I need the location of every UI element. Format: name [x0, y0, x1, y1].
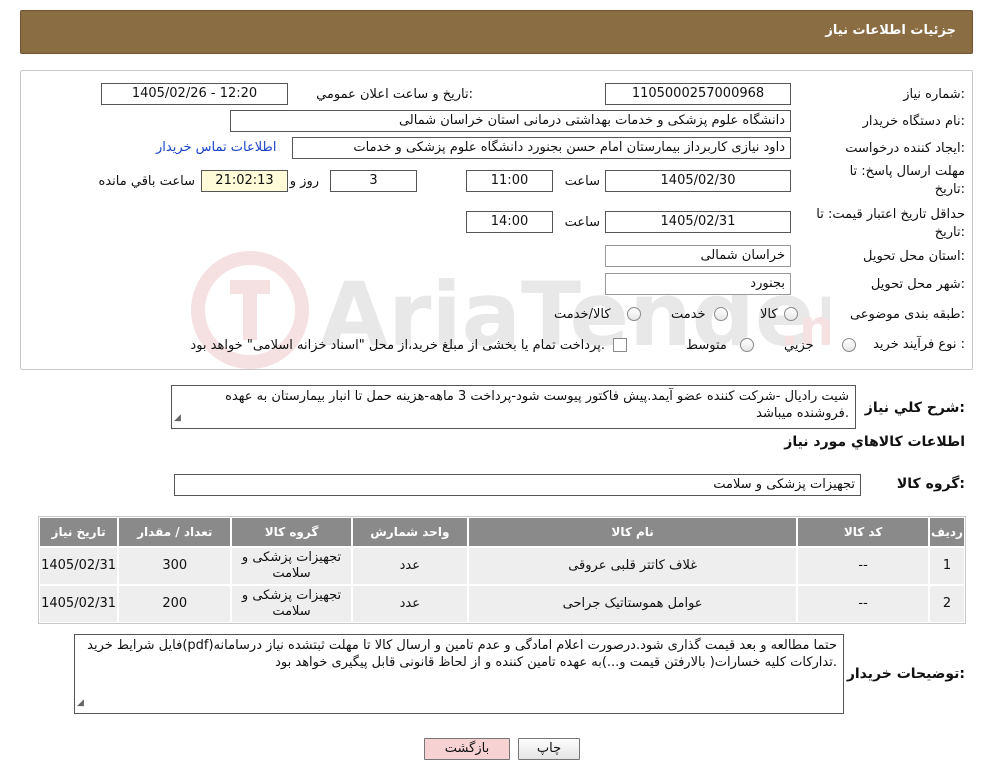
category-radio-goods[interactable] [784, 307, 798, 321]
days-label: روز و [289, 174, 319, 189]
cell-date: 1405/02/31 [39, 585, 119, 623]
col-date: تاريخ نياز [39, 517, 119, 547]
goods-section-title: اطلاعات کالاهاي مورد نياز [784, 434, 965, 450]
process-option-minor: جزيي [784, 338, 814, 353]
category-option-service: خدمت [671, 307, 706, 322]
category-label: طبقه بندی موضوعی: [849, 307, 965, 322]
cell-row: 1 [928, 547, 965, 585]
cell-name: غلاف کاتتر قلبی عروقی [467, 547, 798, 585]
validity-label: حداقل تاريخ اعتبار قيمت: تا [816, 207, 965, 222]
cell-quantity: 200 [118, 585, 232, 623]
announce-label: تاریخ و ساعت اعلان عمومي: [316, 87, 473, 102]
col-unit: واحد شمارش [351, 517, 468, 547]
cell-code: -- [797, 547, 929, 585]
cell-unit: عدد [351, 547, 468, 585]
remaining-label: ساعت باقي مانده [98, 174, 195, 189]
treasury-checkbox[interactable] [613, 338, 627, 352]
buyer-org-field: دانشگاه علوم پزشکی و خدمات بهداشتی درمان… [230, 110, 791, 132]
cell-group: تجهیزات پزشکی و سلامت [231, 585, 352, 623]
city-field: بجنورد [605, 273, 791, 295]
col-group: گروه کالا [231, 517, 352, 547]
goods-table: تاريخ نياز تعداد / مقدار گروه کالا واحد … [38, 516, 966, 624]
process-label: نوع فرآيند خريد : [873, 337, 965, 352]
deadline-label-2: تاريخ: [934, 182, 965, 197]
col-quantity: تعداد / مقدار [118, 517, 232, 547]
deadline-date-field: 1405/02/30 [605, 170, 791, 192]
resize-handle-icon[interactable]: ◢ [77, 695, 84, 712]
description-label: شرح کلي نياز: [864, 400, 965, 416]
cell-row: 2 [928, 585, 965, 623]
category-radio-goods-service[interactable] [627, 307, 641, 321]
description-textarea[interactable]: شیت رادیال -شرکت کننده عضو آیمد.پیش فاکت… [171, 385, 856, 429]
validity-label-2: تاريخ: [934, 225, 965, 240]
print-button[interactable]: چاپ [518, 738, 580, 760]
cell-name: عوامل هموستاتیک جراحی [467, 585, 798, 623]
cell-quantity: 300 [118, 547, 232, 585]
cell-date: 1405/02/31 [39, 547, 119, 585]
announce-datetime-field: 1405/02/26 - 12:20 [101, 83, 288, 105]
days-count-field: 3 [330, 170, 417, 192]
goods-group-label: گروه کالا: [896, 476, 965, 492]
buyer-notes-label: توضيحات خريدار: [846, 666, 965, 682]
cell-code: -- [797, 585, 929, 623]
process-radio-medium[interactable] [740, 338, 754, 352]
col-name: نام کالا [467, 517, 798, 547]
province-label: استان محل تحويل: [863, 249, 965, 264]
buyer-org-label: نام دستگاه خريدار: [862, 114, 965, 129]
requester-field: داود نیازی کاربرداز بیمارستان امام حسن ب… [292, 137, 791, 159]
table-header-row: تاريخ نياز تعداد / مقدار گروه کالا واحد … [39, 517, 965, 547]
category-radio-service[interactable] [714, 307, 728, 321]
col-row: رديف [928, 517, 965, 547]
deadline-label: مهلت ارسال پاسخ: تا [849, 164, 965, 179]
table-row[interactable]: 1405/02/31 300 تجهیزات پزشکی و سلامت عدد… [39, 547, 965, 585]
category-option-goods: کالا [760, 307, 778, 322]
process-radio-minor[interactable] [842, 338, 856, 352]
buyer-notes-textarea[interactable]: فایل شرایط خرید(pdf)حتما مطالعه و بعد قی… [74, 634, 844, 714]
cell-unit: عدد [351, 585, 468, 623]
back-button[interactable]: بازگشت [424, 738, 510, 760]
need-number-label: شماره نیاز: [903, 87, 965, 102]
resize-handle-icon[interactable]: ◢ [174, 410, 181, 427]
deadline-time-label: ساعت [564, 174, 600, 189]
category-option-goods-service: کالا/خدمت [554, 307, 611, 322]
description-text: شیت رادیال -شرکت کننده عضو آیمد.پیش فاکت… [225, 389, 849, 421]
validity-time-field: 14:00 [466, 211, 553, 233]
page-header: جزئیات اطلاعات نیاز [20, 10, 973, 54]
need-number-field: 1105000257000968 [605, 83, 791, 105]
page-title: جزئیات اطلاعات نیاز [825, 23, 956, 38]
process-note: پرداخت تمام يا بخشی از مبلغ خريد،از محل … [190, 338, 605, 353]
buyer-contact-link[interactable]: اطلاعات تماس خريدار [156, 140, 276, 155]
validity-date-field: 1405/02/31 [605, 211, 791, 233]
requester-label: ايجاد کننده درخواست: [845, 141, 965, 156]
table-row[interactable]: 1405/02/31 200 تجهیزات پزشکی و سلامت عدد… [39, 585, 965, 623]
process-option-medium: متوسط [686, 338, 727, 353]
goods-group-field: تجهیزات پزشکی و سلامت [174, 474, 861, 496]
col-code: کد کالا [797, 517, 929, 547]
deadline-time-field: 11:00 [466, 170, 553, 192]
city-label: شهر محل تحويل: [870, 277, 965, 292]
validity-time-label: ساعت [564, 215, 600, 230]
remaining-time-field: 21:02:13 [201, 170, 288, 192]
cell-group: تجهیزات پزشکی و سلامت [231, 547, 352, 585]
province-field: خراسان شمالی [605, 245, 791, 267]
buyer-notes-text: فایل شرایط خرید(pdf)حتما مطالعه و بعد قی… [87, 638, 837, 670]
